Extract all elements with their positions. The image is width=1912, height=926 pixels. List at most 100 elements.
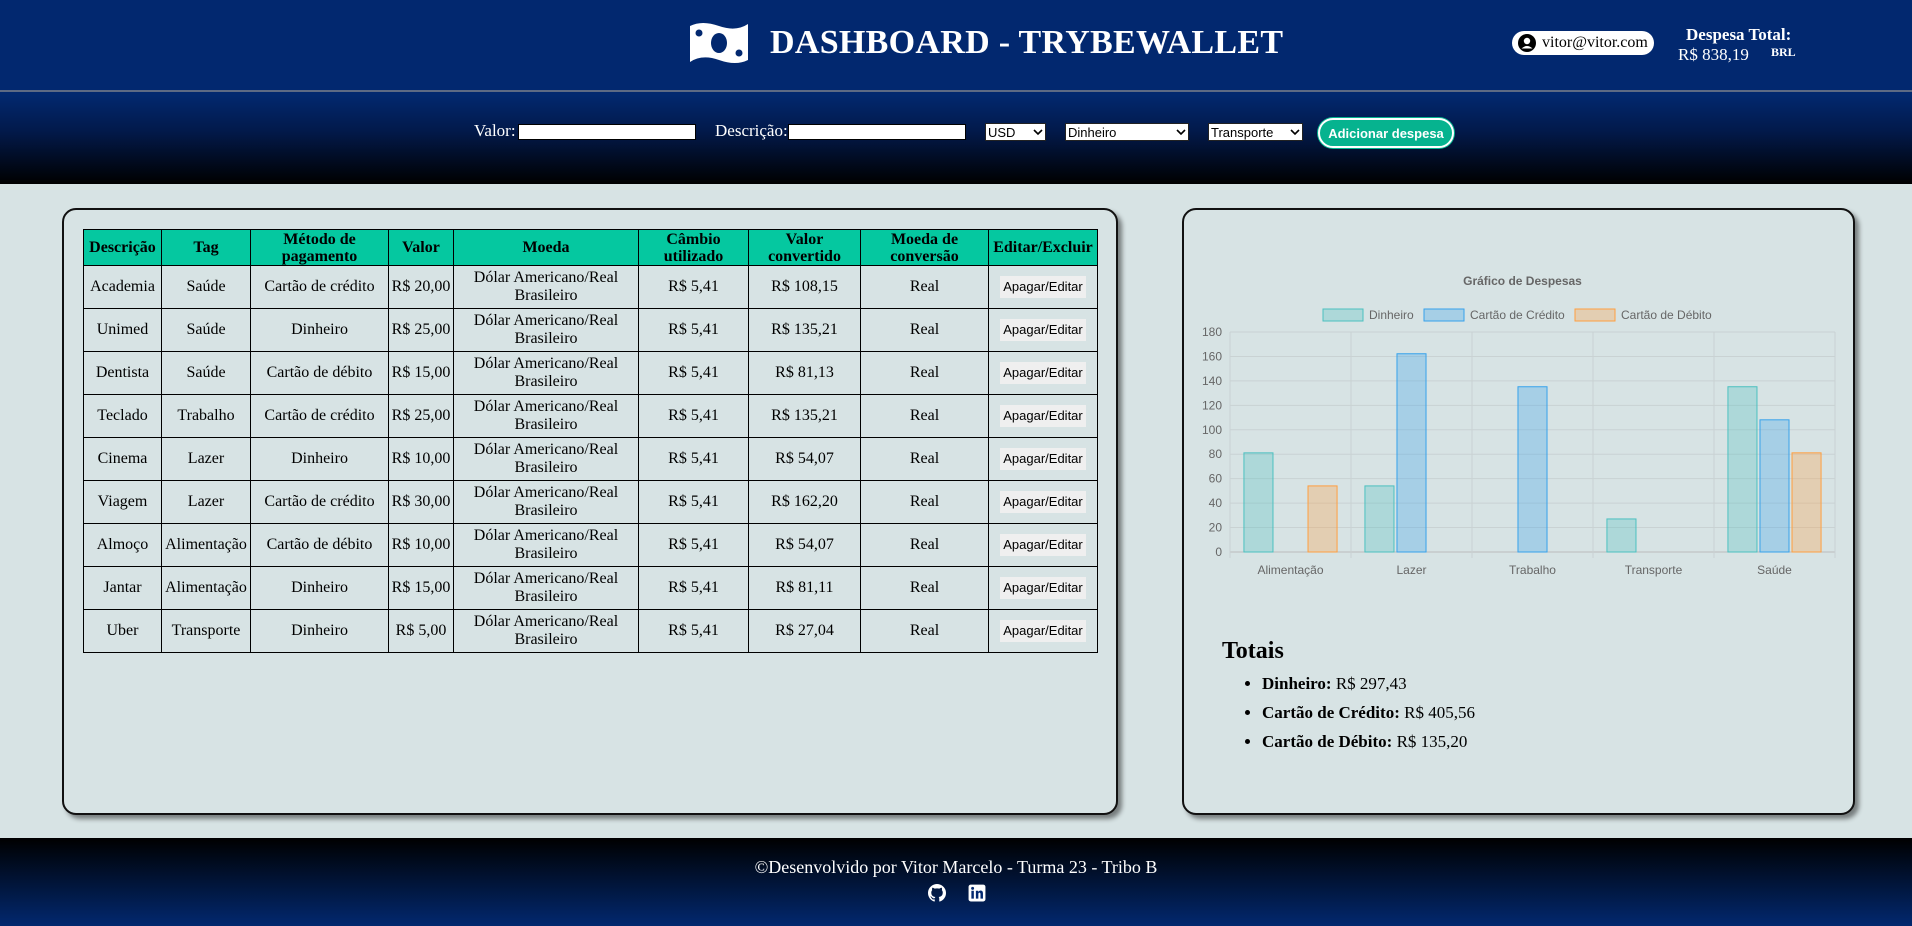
legend-item[interactable]: Cartão de Crédito xyxy=(1423,308,1565,322)
cell-value: R$ 15,00 xyxy=(388,351,454,395)
description-input[interactable] xyxy=(788,124,966,140)
cell-exchange: R$ 5,41 xyxy=(638,480,749,524)
cell-description: Unimed xyxy=(83,308,162,352)
chart-bar[interactable] xyxy=(1727,386,1758,553)
footer: ©Desenvolvido por Vitor Marcelo - Turma … xyxy=(0,838,1912,926)
cell-tag: Trabalho xyxy=(161,394,251,438)
col-header-conversion-currency: Moeda de conversão xyxy=(860,229,989,266)
linkedin-icon[interactable] xyxy=(968,884,986,902)
cell-actions: Apagar/Editar xyxy=(988,609,1098,653)
legend-item[interactable]: Cartão de Débito xyxy=(1574,308,1712,322)
user-email-badge: vitor@vitor.com xyxy=(1512,31,1654,55)
cell-actions: Apagar/Editar xyxy=(988,351,1098,395)
expenses-table: Descrição Tag Método de pagamento Valor … xyxy=(83,229,1098,653)
delete-edit-button[interactable]: Apagar/Editar xyxy=(1000,620,1086,642)
cell-exchange: R$ 5,41 xyxy=(638,566,749,610)
cell-converted: R$ 81,13 xyxy=(748,351,861,395)
totals-title: Totais xyxy=(1222,638,1284,664)
col-header-method: Método de pagamento xyxy=(250,229,389,266)
delete-edit-button[interactable]: Apagar/Editar xyxy=(1000,405,1086,427)
cell-description: Teclado xyxy=(83,394,162,438)
y-tick-label: 20 xyxy=(1209,521,1223,535)
delete-edit-button[interactable]: Apagar/Editar xyxy=(1000,362,1086,384)
col-header-exchange: Câmbio utilizado xyxy=(638,229,749,266)
payment-method-select[interactable]: Dinheiro xyxy=(1065,123,1189,141)
delete-edit-button[interactable]: Apagar/Editar xyxy=(1000,534,1086,556)
cell-value: R$ 25,00 xyxy=(388,394,454,438)
cell-actions: Apagar/Editar xyxy=(988,308,1098,352)
table-row: Cinema Lazer Dinheiro R$ 10,00 Dólar America… xyxy=(83,437,1098,481)
delete-edit-button[interactable]: Apagar/Editar xyxy=(1000,491,1086,513)
chart-bar[interactable] xyxy=(1243,452,1274,553)
chart-bar[interactable] xyxy=(1517,386,1548,553)
delete-edit-button[interactable]: Apagar/Editar xyxy=(1000,276,1086,298)
cell-description: Cinema xyxy=(83,437,162,481)
cell-method: Cartão de débito xyxy=(250,523,389,567)
y-tick-label: 160 xyxy=(1202,349,1222,363)
delete-edit-button[interactable]: Apagar/Editar xyxy=(1000,577,1086,599)
cell-method: Dinheiro xyxy=(250,308,389,352)
add-expense-button[interactable]: Adicionar despesa xyxy=(1318,118,1454,148)
cell-conversion-currency: Real xyxy=(860,308,989,352)
table-row: Teclado Trabalho Cartão de crédito R$ 25,00… xyxy=(83,394,1098,438)
y-tick-label: 60 xyxy=(1209,472,1223,486)
cell-converted: R$ 135,21 xyxy=(748,308,861,352)
delete-edit-button[interactable]: Apagar/Editar xyxy=(1000,319,1086,341)
legend-swatch xyxy=(1322,308,1364,322)
github-icon[interactable] xyxy=(928,884,946,902)
total-currency: BRL xyxy=(1771,45,1796,59)
total-item-label: Cartão de Crédito: xyxy=(1262,703,1400,722)
chart-title: Gráfico de Despesas xyxy=(1463,274,1582,288)
cell-converted: R$ 162,20 xyxy=(748,480,861,524)
chevron-down-icon xyxy=(1033,129,1043,136)
cell-conversion-currency: Real xyxy=(860,523,989,567)
currency-select[interactable]: USD xyxy=(985,123,1046,141)
chart-bar[interactable] xyxy=(1606,518,1637,553)
cell-value: R$ 10,00 xyxy=(388,437,454,481)
cell-currency: Dólar Americano/Real Brasileiro xyxy=(453,480,639,524)
cell-currency: Dólar Americano/Real Brasileiro xyxy=(453,566,639,610)
value-input[interactable] xyxy=(518,124,696,140)
cell-tag: Lazer xyxy=(161,480,251,524)
table-row: Jantar Alimentação Dinheiro R$ 15,00 Dólar A… xyxy=(83,566,1098,610)
cell-value: R$ 25,00 xyxy=(388,308,454,352)
delete-edit-button[interactable]: Apagar/Editar xyxy=(1000,448,1086,470)
col-header-value: Valor xyxy=(388,229,454,266)
cell-exchange: R$ 5,41 xyxy=(638,394,749,438)
cell-exchange: R$ 5,41 xyxy=(638,308,749,352)
cell-exchange: R$ 5,41 xyxy=(638,351,749,395)
table-row: Academia Saúde Cartão de crédito R$ 20,00 Dó… xyxy=(83,265,1098,309)
cell-converted: R$ 54,07 xyxy=(748,523,861,567)
expenses-chart: Gráfico de Despesas Dinheiro Cartão de Cré… xyxy=(1202,274,1836,577)
chart-bar[interactable] xyxy=(1364,485,1395,553)
totals-section: Totais Dinheiro: R$ 297,43 Cartão de Cré… xyxy=(1222,638,1475,756)
description-label: Descrição: xyxy=(715,121,788,140)
cell-converted: R$ 27,04 xyxy=(748,609,861,653)
cell-conversion-currency: Real xyxy=(860,437,989,481)
cell-tag: Transporte xyxy=(161,609,251,653)
tag-select[interactable]: Transporte xyxy=(1208,123,1303,141)
cell-method: Dinheiro xyxy=(250,437,389,481)
brand: DASHBOARD - TRYBEWALLET xyxy=(688,20,1283,66)
cell-currency: Dólar Americano/Real Brasileiro xyxy=(453,437,639,481)
legend-item[interactable]: Dinheiro xyxy=(1322,308,1414,322)
legend-label: Cartão de Crédito xyxy=(1470,308,1565,322)
col-header-currency: Moeda xyxy=(453,229,639,266)
y-tick-label: 180 xyxy=(1202,325,1222,339)
cell-exchange: R$ 5,41 xyxy=(638,609,749,653)
chart-bar[interactable] xyxy=(1759,419,1790,553)
cell-exchange: R$ 5,41 xyxy=(638,523,749,567)
chart-bar[interactable] xyxy=(1396,353,1427,553)
chart-bar[interactable] xyxy=(1307,485,1338,553)
chart-bar[interactable] xyxy=(1791,452,1822,553)
table-row: Almoço Alimentação Cartão de débito R$ 10,0… xyxy=(83,523,1098,567)
cell-exchange: R$ 5,41 xyxy=(638,437,749,481)
cell-actions: Apagar/Editar xyxy=(988,566,1098,610)
total-item-value: R$ 405,56 xyxy=(1404,703,1475,722)
cell-currency: Dólar Americano/Real Brasileiro xyxy=(453,523,639,567)
total-item-value: R$ 297,43 xyxy=(1335,674,1407,693)
total-item-label: Dinheiro: xyxy=(1262,674,1332,693)
y-tick-label: 0 xyxy=(1215,545,1222,559)
tag-select-value: Transporte xyxy=(1211,124,1274,140)
expense-form: Valor: Descrição: USD Dinheiro Transport… xyxy=(0,118,1912,148)
